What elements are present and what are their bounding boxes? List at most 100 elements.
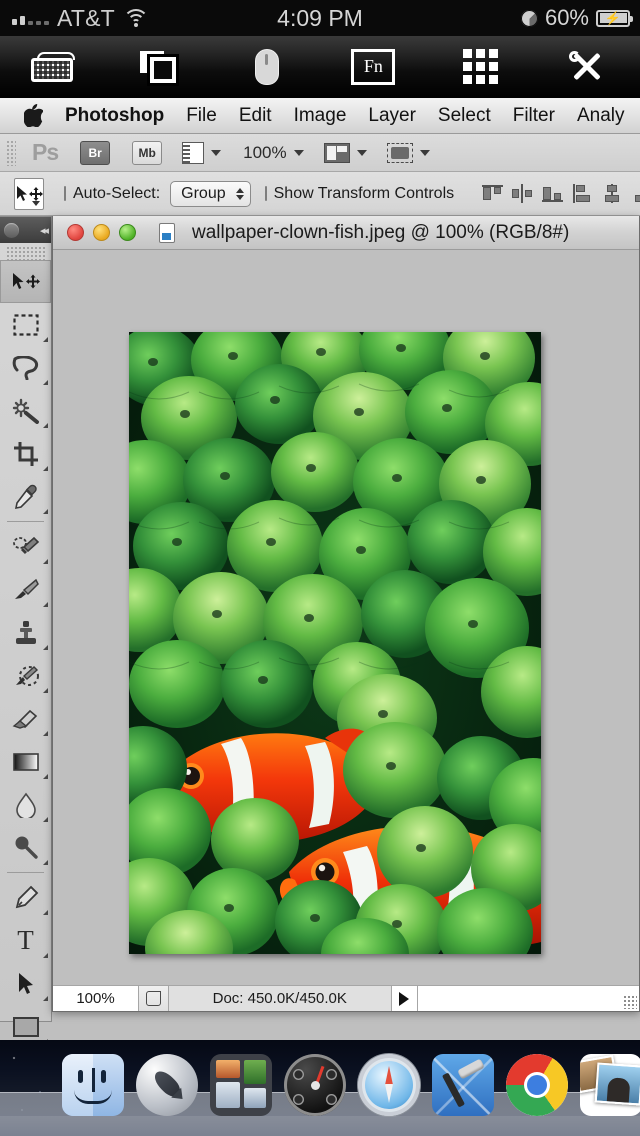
close-button[interactable] — [67, 224, 84, 241]
path-selection-tool[interactable] — [0, 962, 51, 1005]
window-resize-grip[interactable] — [623, 995, 637, 1009]
mac-menu-bar: Photoshop File Edit Image Layer Select F… — [0, 98, 640, 134]
fn-icon: Fn — [351, 48, 396, 85]
apps-grid-button[interactable] — [427, 36, 534, 97]
xcode-dock-icon[interactable] — [432, 1054, 494, 1116]
status-zoom-field[interactable]: 100% — [53, 986, 139, 1011]
magic-wand-tool[interactable] — [0, 389, 51, 432]
tools-palette: ◂◂ T — [0, 216, 52, 1040]
document-title: wallpaper-clown-fish.jpeg @ 100% (RGB/8#… — [192, 221, 570, 243]
crop-tool[interactable] — [0, 432, 51, 475]
fn-button[interactable]: Fn — [320, 36, 427, 97]
keyboard-icon — [31, 51, 76, 82]
align-left-edges-icon[interactable] — [572, 184, 593, 203]
document-status-bar: 100% Doc: 450.0K/450.0K — [53, 985, 639, 1011]
menu-item-photoshop[interactable]: Photoshop — [61, 105, 175, 127]
show-transform-checkbox[interactable] — [264, 186, 267, 201]
tools-palette-header[interactable]: ◂◂ — [0, 217, 51, 243]
menu-item-select[interactable]: Select — [427, 105, 502, 127]
menu-item-edit[interactable]: Edit — [228, 105, 283, 127]
launch-mini-bridge-button[interactable]: Mb — [132, 140, 163, 165]
clownfish-in-green-anemone-photo — [129, 332, 541, 954]
grid-icon — [462, 49, 498, 84]
appbar-zoom-level[interactable]: 100% — [243, 143, 286, 163]
lasso-tool[interactable] — [0, 346, 51, 389]
screen-mode-chevron-down-icon[interactable] — [419, 149, 430, 156]
image-canvas[interactable] — [129, 332, 541, 954]
arrange-documents-icon[interactable] — [323, 142, 350, 163]
auto-select-dropdown[interactable]: Group — [170, 180, 251, 207]
collapse-chevrons-icon[interactable]: ◂◂ — [40, 224, 49, 237]
menu-item-image[interactable]: Image — [283, 105, 358, 127]
photoshop-application-bar: Ps Br Mb 100% — [0, 134, 640, 172]
tools-palette-grip[interactable] — [6, 246, 45, 260]
keyboard-button[interactable] — [0, 36, 107, 97]
tool-preset-arrow-icon — [32, 200, 40, 206]
rectangular-marquee-tool[interactable] — [0, 303, 51, 346]
dock-items — [62, 1054, 640, 1116]
align-bottom-edges-icon[interactable] — [542, 184, 564, 203]
appbar-grip — [6, 139, 16, 166]
screen-mode-icon[interactable] — [386, 142, 413, 163]
tools-button[interactable] — [533, 36, 640, 97]
apple-logo-icon[interactable] — [24, 104, 43, 127]
menu-item-layer[interactable]: Layer — [357, 105, 427, 127]
gradient-tool[interactable] — [0, 740, 51, 783]
auto-select-checkbox[interactable] — [64, 186, 66, 201]
align-right-edges-icon[interactable] — [632, 184, 640, 203]
history-brush-tool[interactable] — [0, 654, 51, 697]
auto-select-label: Auto-Select: — [73, 184, 161, 202]
remote-toolbar: Fn — [0, 36, 640, 98]
photoshop-logo: Ps — [32, 139, 59, 165]
launch-bridge-button[interactable]: Br — [80, 140, 111, 165]
document-title-bar[interactable]: wallpaper-clown-fish.jpeg @ 100% (RGB/8#… — [53, 216, 639, 250]
eraser-tool[interactable] — [0, 697, 51, 740]
iphoto-dock-icon[interactable] — [580, 1054, 640, 1116]
arrange-chevron-down-icon[interactable] — [356, 149, 367, 156]
align-horizontal-centers-icon[interactable] — [602, 184, 623, 203]
launchpad-dock-icon[interactable] — [136, 1054, 198, 1116]
eyedropper-tool[interactable] — [0, 475, 51, 518]
align-top-edges-icon[interactable] — [482, 184, 504, 203]
mission-control-dock-icon[interactable] — [210, 1054, 272, 1116]
menu-item-analysis[interactable]: Analy — [566, 105, 636, 127]
tools-icon — [568, 50, 606, 84]
dashboard-dock-icon[interactable] — [284, 1054, 346, 1116]
brush-tool[interactable] — [0, 568, 51, 611]
windows-button[interactable] — [107, 36, 214, 97]
menu-item-file[interactable]: File — [175, 105, 228, 127]
canvas-area[interactable] — [53, 250, 639, 985]
zoom-chevron-down-icon[interactable] — [293, 149, 304, 156]
ios-status-bar: AT&T 4:09 PM 60% ⚡ — [0, 0, 640, 36]
status-expand-arrow-icon[interactable] — [391, 986, 418, 1011]
pen-tool[interactable] — [0, 876, 51, 919]
windows-icon — [140, 50, 180, 83]
dodge-tool[interactable] — [0, 826, 51, 869]
blur-tool[interactable] — [0, 783, 51, 826]
auto-select-value: Group — [181, 184, 226, 202]
move-tool-preset-icon[interactable] — [14, 177, 44, 210]
mouse-button[interactable] — [213, 36, 320, 97]
menu-item-filter[interactable]: Filter — [502, 105, 566, 127]
move-tool[interactable] — [0, 260, 51, 303]
finder-dock-icon[interactable] — [62, 1054, 124, 1116]
clone-stamp-tool[interactable] — [0, 611, 51, 654]
align-buttons-group — [482, 184, 640, 203]
safari-dock-icon[interactable] — [358, 1054, 420, 1116]
rectangle-tool[interactable] — [0, 1005, 51, 1040]
zoom-button[interactable] — [119, 224, 136, 241]
tools-divider-2 — [7, 872, 44, 873]
align-vertical-centers-icon[interactable] — [512, 184, 533, 203]
proxy-preview-icon[interactable] — [139, 986, 169, 1011]
minimize-button[interactable] — [93, 224, 110, 241]
view-extras-icon[interactable] — [182, 141, 205, 164]
type-tool[interactable]: T — [0, 919, 51, 962]
document-window: wallpaper-clown-fish.jpeg @ 100% (RGB/8#… — [52, 216, 640, 1012]
panel-dot-icon[interactable] — [4, 222, 19, 238]
tools-divider-1 — [7, 521, 44, 522]
view-extras-chevron-down-icon[interactable] — [211, 149, 222, 156]
spot-healing-brush-tool[interactable] — [0, 525, 51, 568]
tool-options-bar: Auto-Select: Group Show Transform Contro… — [0, 172, 640, 216]
mouse-icon — [254, 48, 279, 85]
chrome-dock-icon[interactable] — [506, 1054, 568, 1116]
